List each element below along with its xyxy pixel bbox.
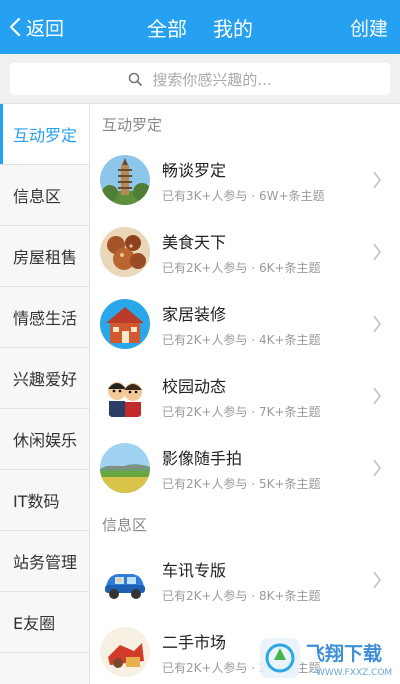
sidebar-item-hobbies[interactable]: 兴趣爱好: [0, 348, 89, 409]
sidebar-item-interactive-luoding[interactable]: 互动罗定: [0, 104, 89, 165]
sidebar-item-it[interactable]: IT数码: [0, 470, 89, 531]
create-button[interactable]: 创建: [350, 0, 388, 54]
top-bar: 返回 全部 我的 创建: [0, 0, 400, 54]
item-info: 校园动态 已有2K+人参与 · 7K+条主题: [162, 373, 321, 420]
sidebar-item-emotion[interactable]: 情感生活: [0, 287, 89, 348]
search-bar: 搜索你感兴趣的...: [0, 54, 400, 104]
sidebar-item-info[interactable]: 信息区: [0, 165, 89, 226]
list-item[interactable]: 影像随手拍 已有2K+人参与 · 5K+条主题: [90, 432, 400, 504]
sidebar-item-label: 站务管理: [13, 553, 78, 572]
section-header: 信息区: [102, 515, 148, 534]
list-item[interactable]: 家居装修 已有2K+人参与 · 4K+条主题: [90, 288, 400, 360]
item-title: 家居装修: [162, 304, 227, 324]
item-info: 美食天下 已有2K+人参与 · 6K+条主题: [162, 229, 321, 276]
item-title: 校园动态: [162, 376, 227, 396]
sidebar-item-label: 房屋租售: [13, 248, 78, 267]
tab-mine[interactable]: 我的: [213, 13, 253, 42]
item-info: 影像随手拍 已有2K+人参与 · 5K+条主题: [162, 445, 321, 492]
tab-bar: 全部 我的: [0, 0, 400, 54]
search-placeholder: 搜索你感兴趣的...: [152, 70, 272, 89]
item-meta: 已有2K+人参与 · 5K+条主题: [162, 476, 321, 491]
search-icon: [129, 72, 143, 86]
sidebar-item-label: 情感生活: [13, 309, 78, 328]
watermark-logo: 飞翔下载 WWW.FXXZ.COM: [260, 636, 394, 680]
chevron-right-icon: [373, 315, 381, 333]
svg-text:飞翔下载: 飞翔下载: [306, 642, 382, 665]
list-item[interactable]: 车讯专版 已有2K+人参与 · 8K+条主题: [90, 544, 400, 616]
list-item[interactable]: 畅谈罗定 已有3K+人参与 · 6W+条主题: [90, 144, 400, 216]
item-title: 美食天下: [162, 232, 227, 252]
chevron-right-icon: [373, 459, 381, 477]
sidebar-item-housing[interactable]: 房屋租售: [0, 226, 89, 287]
sidebar-item-label: 休闲娱乐: [13, 431, 78, 450]
forum-list: 互动罗定 畅谈罗定 已有3K+人参与 · 6W+条主题 美食天下 已有2K+人参…: [90, 104, 400, 684]
chevron-right-icon: [373, 171, 381, 189]
sidebar-item-e-circle[interactable]: E友圈: [0, 592, 89, 653]
item-info: 家居装修 已有2K+人参与 · 4K+条主题: [162, 301, 321, 348]
chevron-right-icon: [373, 571, 381, 589]
food-avatar: [100, 227, 150, 277]
item-title: 畅谈罗定: [162, 160, 227, 180]
students-avatar: [100, 371, 150, 421]
list-item[interactable]: 校园动态 已有2K+人参与 · 7K+条主题: [90, 360, 400, 432]
sidebar-item-label: 互动罗定: [13, 126, 78, 145]
tab-all[interactable]: 全部: [147, 13, 187, 42]
category-sidebar: 互动罗定 信息区 房屋租售 情感生活 兴趣爱好 休闲娱乐 IT数码 站务管理 E…: [0, 104, 90, 684]
item-meta: 已有2K+人参与 · 8K+条主题: [162, 588, 321, 603]
svg-text:WWW.FXXZ.COM: WWW.FXXZ.COM: [316, 668, 392, 678]
item-title: 车讯专版: [162, 560, 227, 580]
item-meta: 已有2K+人参与 · 6K+条主题: [162, 260, 321, 275]
pagoda-avatar: [100, 155, 150, 205]
house-avatar: [100, 299, 150, 349]
search-input[interactable]: 搜索你感兴趣的...: [10, 63, 390, 95]
item-meta: 已有2K+人参与 · 4K+条主题: [162, 332, 321, 347]
item-title: 影像随手拍: [162, 448, 243, 468]
market-avatar: [100, 627, 150, 677]
sidebar-item-label: 信息区: [13, 187, 62, 206]
item-meta: 已有3K+人参与 · 6W+条主题: [162, 188, 325, 203]
sidebar-item-leisure[interactable]: 休闲娱乐: [0, 409, 89, 470]
car-avatar: [100, 555, 150, 605]
sidebar-item-label: E友圈: [13, 614, 56, 633]
list-item[interactable]: 美食天下 已有2K+人参与 · 6K+条主题: [90, 216, 400, 288]
landscape-avatar: [100, 443, 150, 493]
item-info: 畅谈罗定 已有3K+人参与 · 6W+条主题: [162, 157, 325, 204]
sidebar-item-label: IT数码: [13, 492, 60, 511]
sidebar-item-site-admin[interactable]: 站务管理: [0, 531, 89, 592]
section-header: 互动罗定: [102, 115, 163, 134]
sidebar-item-label: 兴趣爱好: [13, 370, 78, 389]
chevron-right-icon: [373, 387, 381, 405]
chevron-right-icon: [373, 243, 381, 261]
item-meta: 已有2K+人参与 · 7K+条主题: [162, 404, 321, 419]
item-info: 车讯专版 已有2K+人参与 · 8K+条主题: [162, 557, 321, 604]
